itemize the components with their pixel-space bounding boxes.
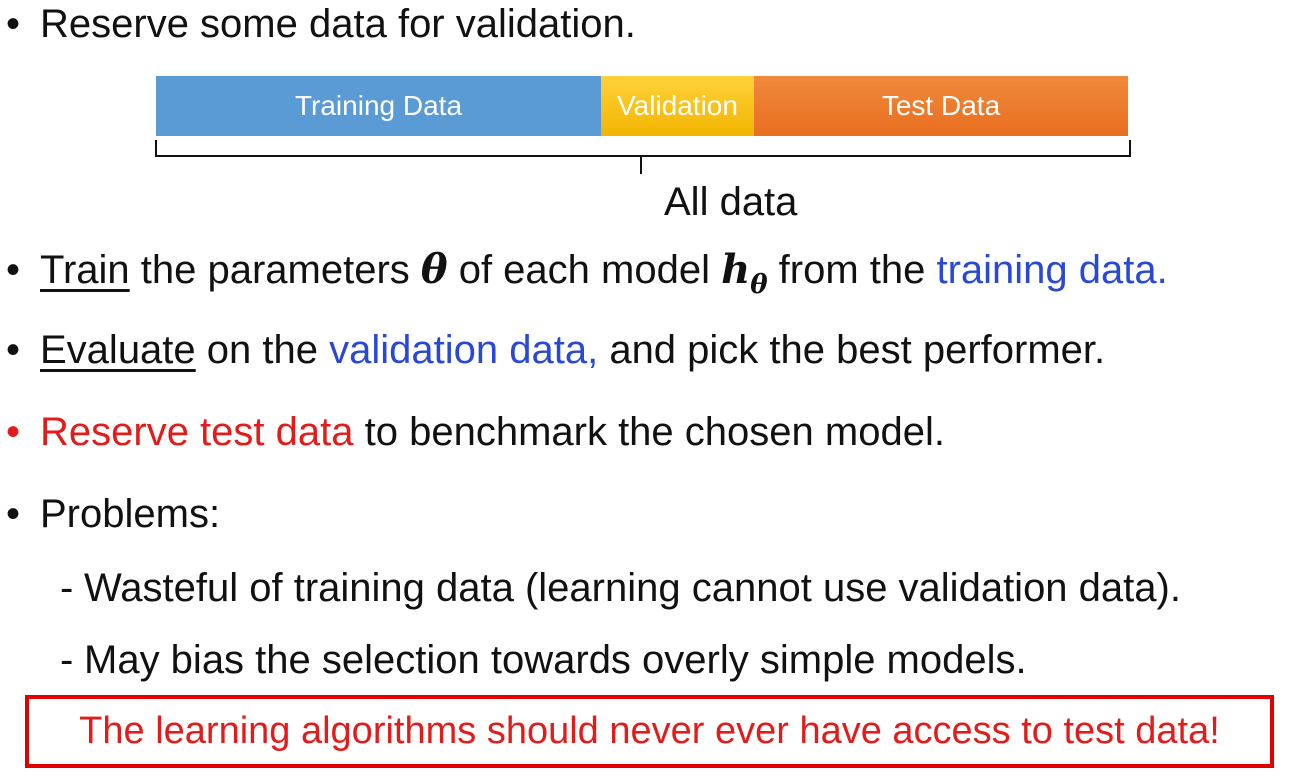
problem-text: Wasteful of training data (learning cann… — [84, 566, 1181, 610]
dash-marker: - — [60, 566, 74, 610]
train-text-2: of each model — [447, 248, 722, 292]
test-data-segment: Test Data — [754, 76, 1128, 136]
bullet-dot-red: • — [6, 410, 21, 454]
validation-segment: Validation — [601, 76, 754, 136]
warning-text: The learning algorithms should never eve… — [79, 710, 1220, 752]
train-text-3: from the — [767, 248, 937, 292]
bullet-evaluate: • Evaluate on the validation data, and pi… — [0, 326, 1105, 374]
problem-item: - May bias the selection towards overly s… — [60, 636, 1027, 684]
bullet-dot: • — [6, 492, 21, 536]
warning-box: The learning algorithms should never eve… — [25, 695, 1274, 768]
bullet-dot: • — [6, 2, 21, 46]
train-keyword: Train — [40, 248, 130, 292]
train-text-1: the parameters — [129, 248, 421, 292]
problems-heading: Problems: — [40, 492, 221, 536]
bullet-reserve-validation: • Reserve some data for validation. — [0, 0, 636, 48]
problem-text: May bias the selection towards overly si… — [84, 638, 1027, 682]
theta-symbol: θ — [420, 246, 448, 293]
bullet-reserve-test: • Reserve test data to benchmark the chos… — [0, 408, 945, 456]
h-symbol: h — [721, 246, 751, 293]
bullet-dot: • — [6, 328, 21, 372]
test-data-label: Test Data — [881, 90, 1001, 121]
validation-label: Validation — [617, 90, 738, 121]
bullet-problems: • Problems: — [0, 490, 220, 538]
problem-item: - Wasteful of training data (learning can… — [60, 564, 1181, 612]
bullet-train: • Train the parameters θ of each model hθ… — [0, 246, 1168, 309]
training-data-segment: Training Data — [156, 76, 601, 136]
all-data-label: All data — [664, 180, 798, 224]
dash-marker: - — [60, 638, 74, 682]
bullet-dot: • — [6, 248, 21, 292]
intro-text: Reserve some data for validation. — [40, 2, 636, 46]
all-data-brace — [155, 140, 1131, 174]
h-subscript-theta: θ — [750, 270, 768, 300]
reserve-text: to benchmark the chosen model. — [353, 410, 945, 454]
eval-text-2: and pick the best performer. — [598, 328, 1106, 372]
evaluate-keyword: Evaluate — [40, 328, 196, 372]
reserve-test-highlight: Reserve test data — [40, 410, 354, 454]
validation-data-highlight: validation data, — [329, 328, 599, 372]
training-data-label: Training Data — [294, 90, 463, 121]
eval-text-1: on the — [195, 328, 330, 372]
training-data-highlight: training data. — [936, 248, 1168, 292]
